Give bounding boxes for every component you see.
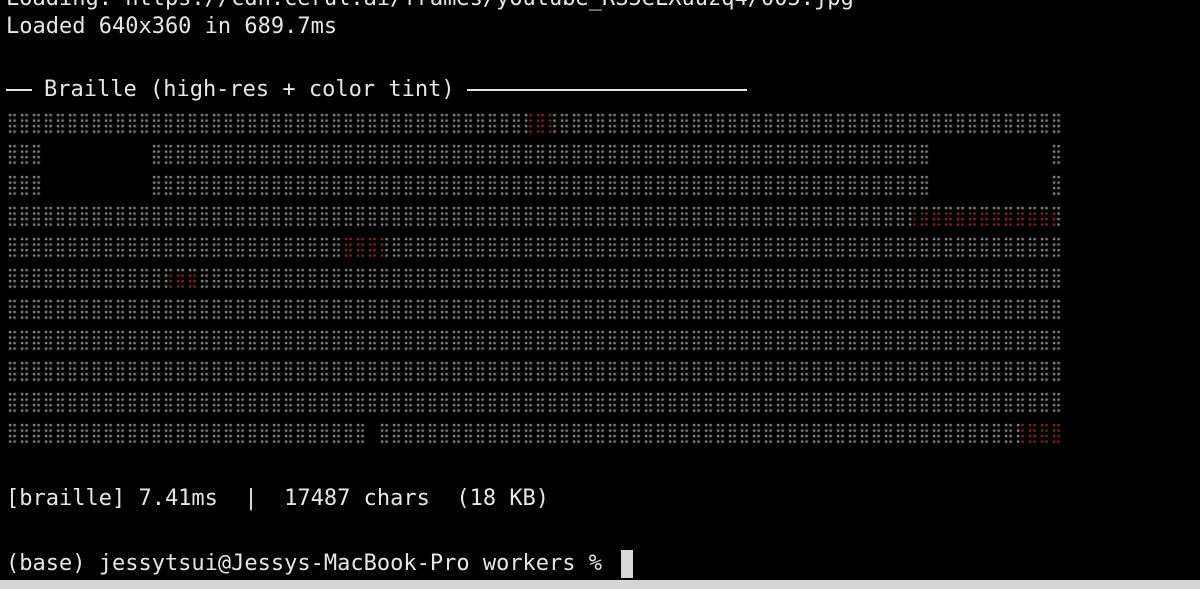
header-rule-right	[466, 89, 747, 91]
loading-line: Loading: https://cdn.cerul.ai/frames/you…	[6, 0, 854, 12]
braille-section-header: Braille (high-res + color tint)	[6, 77, 747, 103]
shell-prompt: (base) jessytsui@Jessys-MacBook-Pro work…	[6, 551, 616, 576]
shell-prompt-row[interactable]: (base) jessytsui@Jessys-MacBook-Pro work…	[6, 549, 634, 579]
header-rule-left	[6, 89, 32, 91]
text-cursor	[621, 550, 634, 578]
render-stats-line: [braille] 7.41ms | 17487 chars (18 KB)	[6, 486, 550, 511]
braille-art-output	[8, 112, 1070, 452]
braille-section-title: Braille (high-res + color tint)	[44, 77, 455, 102]
loaded-line: Loaded 640x360 in 689.7ms	[6, 14, 338, 39]
terminal-window[interactable]: Loading: https://cdn.cerul.ai/frames/you…	[0, 0, 1200, 580]
window-bottom-edge	[0, 580, 1200, 589]
